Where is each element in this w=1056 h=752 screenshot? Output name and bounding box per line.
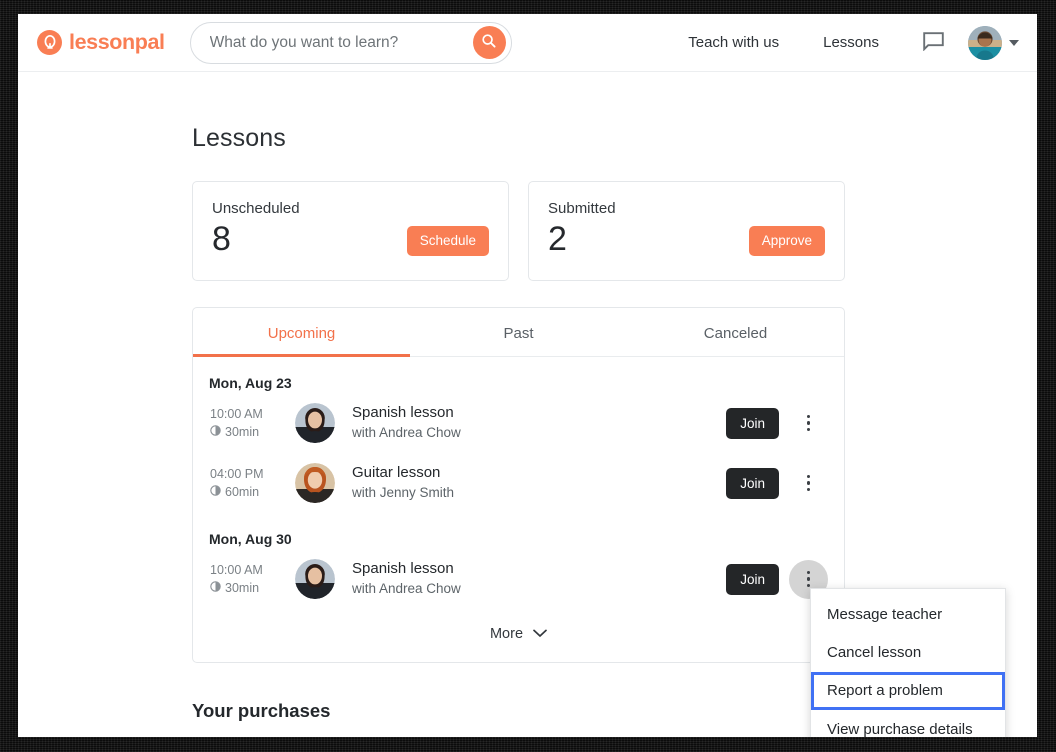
lesson-date-header: Mon, Aug 30 — [209, 531, 292, 547]
kebab-dot — [806, 427, 811, 432]
lesson-duration: 30min — [210, 579, 295, 597]
menu-item-view-purchase-details[interactable]: View purchase details — [811, 711, 1005, 738]
lesson-time-block: 04:00 PM 60min — [209, 465, 295, 501]
join-button[interactable]: Join — [726, 563, 779, 595]
tab-past[interactable]: Past — [410, 308, 627, 356]
kebab-dot — [806, 487, 811, 492]
lesson-title: Spanish lesson — [352, 560, 454, 578]
stat-value: 8 — [212, 220, 231, 258]
more-label: More — [489, 626, 524, 642]
lesson-time: 10:00 AM — [210, 406, 263, 421]
lesson-options-button[interactable] — [789, 464, 828, 503]
more-button[interactable]: More — [209, 609, 828, 662]
lesson-teacher: with Andrea Chow — [352, 581, 461, 597]
lesson-title: Spanish lesson — [352, 404, 454, 422]
clock-icon — [210, 423, 221, 441]
lessons-card: Upcoming Past Canceled Mon, Aug 23 10:00… — [192, 307, 845, 663]
lesson-time-block: 10:00 AM 30min — [209, 405, 295, 441]
stats-row: Unscheduled 8 Schedule Submitted 2 Appro… — [192, 181, 845, 281]
kebab-dot — [806, 481, 811, 485]
lesson-teacher: with Jenny Smith — [352, 485, 455, 501]
chat-bubble-icon — [923, 31, 944, 54]
kebab-dot — [806, 421, 811, 425]
lesson-duration-label: 30min — [225, 581, 260, 595]
kebab-dot — [806, 414, 811, 419]
lesson-time: 04:00 PM — [210, 466, 264, 481]
search-icon — [481, 33, 497, 52]
menu-item-message-teacher[interactable]: Message teacher — [811, 596, 1005, 634]
chevron-down-icon — [533, 625, 547, 643]
kebab-dot — [806, 583, 811, 588]
brand-name: lessonpal — [69, 29, 165, 54]
nav-link-lessons[interactable]: Lessons — [801, 34, 901, 51]
join-button[interactable]: Join — [726, 467, 779, 499]
schedule-button[interactable]: Schedule — [406, 225, 489, 256]
lesson-tabs: Upcoming Past Canceled — [193, 308, 844, 357]
kebab-dot — [806, 474, 811, 479]
join-button[interactable]: Join — [726, 407, 779, 439]
chevron-down-icon — [1009, 39, 1019, 46]
tab-canceled[interactable]: Canceled — [627, 308, 844, 356]
lesson-teacher: with Andrea Chow — [352, 425, 461, 441]
search-button[interactable] — [472, 26, 506, 59]
site-header: lessonpal Teach with us Lessons — [18, 14, 1037, 72]
search-input[interactable] — [209, 33, 473, 52]
stat-card-submitted: Submitted 2 Approve — [528, 181, 845, 281]
stat-value: 2 — [548, 220, 567, 258]
tab-upcoming[interactable]: Upcoming — [193, 308, 410, 357]
header-nav: Teach with us Lessons — [666, 25, 1019, 60]
lesson-row[interactable]: 10:00 AM 30min Spanish lesson with Andre… — [209, 393, 828, 453]
search-bar[interactable] — [189, 21, 512, 64]
messages-button[interactable] — [901, 31, 958, 54]
menu-item-cancel-lesson[interactable]: Cancel lesson — [811, 634, 1005, 672]
kebab-dot — [806, 577, 811, 581]
stat-card-unscheduled: Unscheduled 8 Schedule — [192, 181, 509, 281]
stat-label: Unscheduled — [212, 200, 300, 217]
teacher-avatar — [295, 559, 335, 599]
teacher-avatar — [295, 403, 335, 443]
lesson-title: Guitar lesson — [352, 464, 441, 482]
lesson-duration-label: 30min — [225, 425, 260, 439]
nav-link-teach-with-us[interactable]: Teach with us — [666, 34, 801, 51]
lesson-date-header: Mon, Aug 23 — [209, 375, 292, 391]
lesson-options-button[interactable] — [789, 404, 828, 443]
lesson-list: Mon, Aug 23 10:00 AM 30min Spanish lesso… — [193, 357, 844, 662]
lesson-duration: 30min — [210, 423, 295, 441]
account-menu[interactable] — [958, 25, 1019, 60]
avatar — [968, 25, 1002, 60]
lesson-info: Spanish lesson with Andrea Chow — [352, 559, 726, 599]
lesson-info: Spanish lesson with Andrea Chow — [352, 403, 726, 443]
page-title: Lessons — [192, 124, 286, 152]
lesson-time-block: 10:00 AM 30min — [209, 561, 295, 597]
approve-button[interactable]: Approve — [748, 225, 825, 256]
teacher-avatar — [295, 463, 335, 503]
lesson-info: Guitar lesson with Jenny Smith — [352, 463, 726, 503]
browser-page: lessonpal Teach with us Lessons — [18, 14, 1037, 737]
clock-icon — [210, 579, 221, 597]
kebab-dot — [806, 570, 811, 575]
lesson-duration: 60min — [210, 483, 295, 501]
lesson-options-dropdown: Message teacher Cancel lesson Report a p… — [810, 588, 1006, 737]
lessonpal-logo-icon — [37, 30, 62, 55]
stat-label: Submitted — [548, 200, 616, 217]
lesson-row[interactable]: 10:00 AM 30min Spanish lesson with Andre… — [209, 549, 828, 609]
brand-logo[interactable]: lessonpal — [37, 30, 165, 55]
menu-item-report-a-problem[interactable]: Report a problem — [811, 672, 1005, 710]
lesson-time: 10:00 AM — [210, 562, 263, 577]
lesson-duration-label: 60min — [225, 485, 260, 499]
clock-icon — [210, 483, 221, 501]
lesson-row[interactable]: 04:00 PM 60min Guitar lesson with Jenny … — [209, 453, 828, 513]
